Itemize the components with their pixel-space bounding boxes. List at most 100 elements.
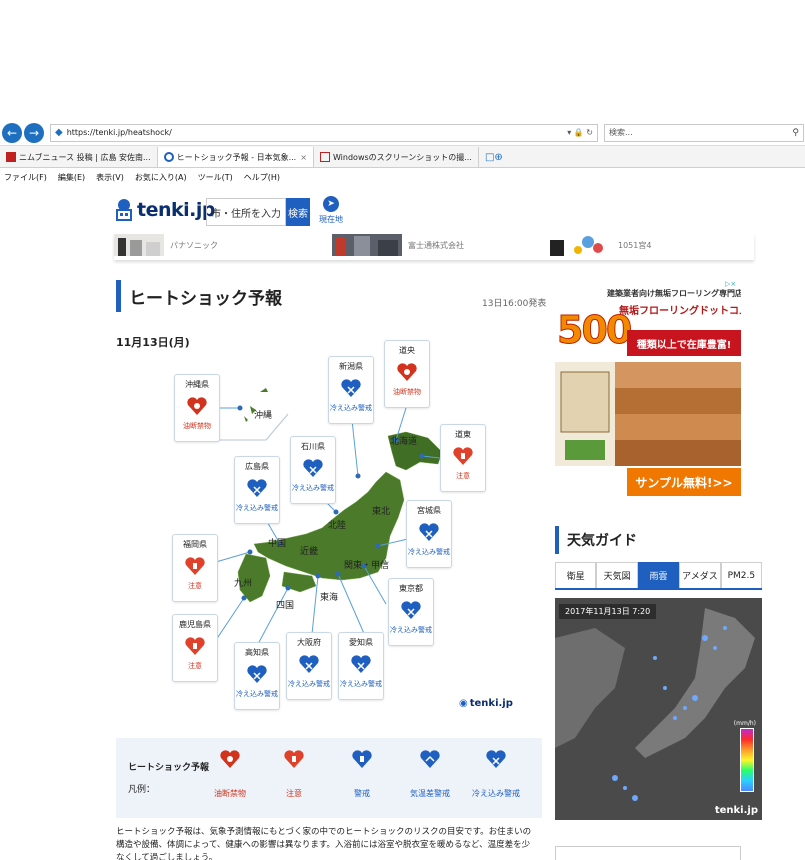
- legend-item-temp-diff: 気温差警戒: [402, 748, 458, 799]
- pref-name: 宮城県: [417, 506, 441, 515]
- ad-thumbnail: [332, 234, 402, 256]
- new-tab-button[interactable]: □⊕: [479, 147, 509, 167]
- region-label-kyushu: 九州: [234, 579, 253, 589]
- url-tools-icon[interactable]: ▾ 🔒 ↻: [567, 128, 593, 137]
- menu-tools[interactable]: ツール(T): [198, 172, 233, 183]
- map-brand: ◉ tenki.jp: [459, 698, 513, 709]
- pref-status: 油断禁物: [183, 422, 211, 430]
- forward-button[interactable]: →: [24, 122, 44, 143]
- region-label-kanto: 関東・甲信: [344, 561, 390, 571]
- pref-card-kochi[interactable]: 高知県 冷え込み警戒: [234, 642, 280, 710]
- pref-card-okinawa[interactable]: 沖縄県 油断禁物: [174, 374, 220, 442]
- ad-item-panasonic[interactable]: パナソニック: [114, 234, 218, 256]
- ad-item-third[interactable]: 1051宮4: [548, 234, 651, 256]
- ad-thumbnail: [548, 234, 612, 256]
- menu-file[interactable]: ファイル(F): [4, 172, 47, 183]
- weather-guide-title: 天気ガイド: [555, 526, 637, 554]
- current-location-label: 現在地: [319, 215, 343, 224]
- cold-heart-icon: [419, 523, 439, 541]
- legend-item-warning: 警戒: [334, 748, 390, 799]
- tab-satellite[interactable]: 衛星: [555, 562, 597, 588]
- tab-pm25[interactable]: PM2.5: [720, 562, 763, 588]
- region-label-kinki: 近畿: [300, 547, 319, 557]
- radar-map-svg: [555, 598, 762, 820]
- pref-status: 注意: [188, 662, 202, 670]
- menu-view[interactable]: 表示(V): [96, 172, 124, 183]
- caution-heart-icon: [284, 750, 304, 768]
- pref-card-hiroshima[interactable]: 広島県 冷え込み警戒: [234, 456, 280, 524]
- cold-heart-icon: [247, 665, 267, 683]
- region-label-tohoku: 東北: [372, 507, 391, 517]
- location-arrow-icon: ➤: [323, 196, 339, 212]
- ad-line1: 建築業者向け無垢フローリング専門店: [607, 289, 741, 298]
- current-location-button[interactable]: ➤ 現在地: [314, 192, 348, 228]
- pref-card-aichi[interactable]: 愛知県 冷え込み警戒: [338, 632, 384, 700]
- warning-heart-icon: [352, 750, 372, 768]
- rain-radar-map[interactable]: 2017年11月13日 7:20 (mm/h) tenki.jp: [555, 598, 762, 820]
- pref-status: 冷え込み警戒: [236, 690, 278, 698]
- flooring-ad[interactable]: ▷× 建築業者向け無垢フローリング専門店 無垢フローリングドットコム 500 種…: [555, 280, 741, 498]
- pref-card-niigata[interactable]: 新潟県 冷え込み警戒: [328, 356, 374, 424]
- danger-heart-icon: [397, 363, 417, 381]
- tenki-mini-logo-icon: ◉: [459, 698, 468, 709]
- menu-favorites[interactable]: お気に入り(A): [135, 172, 187, 183]
- pref-name: 福岡県: [183, 540, 207, 549]
- search-icon[interactable]: ⚲: [792, 128, 799, 138]
- page-favicon-icon: [319, 152, 330, 162]
- danger-heart-icon: [220, 750, 240, 768]
- caution-heart-icon: [185, 637, 205, 655]
- ad-item-fujitsu[interactable]: 富士通株式会社: [332, 234, 464, 256]
- browser-search-input[interactable]: 検索... ⚲: [604, 123, 804, 142]
- pref-name: 石川県: [301, 442, 325, 451]
- menu-edit[interactable]: 編集(E): [58, 172, 85, 183]
- close-icon[interactable]: ×: [300, 153, 307, 162]
- radar-scale-bar: [740, 728, 754, 792]
- pref-card-miyagi[interactable]: 宮城県 冷え込み警戒: [406, 500, 452, 568]
- tab-heatshock[interactable]: ヒートショック予報 - 日本気象... ×: [157, 147, 314, 167]
- browser-search-placeholder: 検索...: [609, 128, 633, 137]
- url-text: https://tenki.jp/heatshock/: [66, 128, 172, 137]
- cold-heart-icon: [341, 379, 361, 397]
- region-label-shikoku: 四国: [276, 601, 295, 611]
- pref-name: 広島県: [245, 462, 269, 471]
- cold-heart-icon: [299, 655, 319, 673]
- legend-note: ヒートショック予報は、気象予測情報にもとづく家の中でのヒートショックのリスクの目…: [116, 827, 532, 860]
- tab-rain-radar[interactable]: 雨雲: [637, 562, 680, 588]
- radar-scale-unit: (mm/h): [733, 720, 756, 727]
- ad-redbar: 種類以上で在庫豊富!: [627, 330, 741, 356]
- cold-heart-icon: [351, 655, 371, 673]
- legend-item-cold: 冷え込み警戒: [468, 748, 524, 799]
- pref-card-fukuoka[interactable]: 福岡県 注意: [172, 534, 218, 602]
- tab-windows[interactable]: Windowsのスクリーンショットの撮...: [314, 147, 479, 167]
- legend-box: ヒートショック予報 凡例： 油断禁物 注意 警戒 気温差警戒 冷え込み警戒: [116, 738, 542, 818]
- ad-thumbnail: [114, 234, 164, 256]
- pref-status: 冷え込み警戒: [340, 680, 382, 688]
- region-label-tokai: 東海: [320, 593, 339, 603]
- pref-status: 冷え込み警戒: [330, 404, 372, 412]
- legend-item-danger: 油断禁物: [202, 748, 258, 799]
- pref-card-doutou[interactable]: 道東 注意: [440, 424, 486, 492]
- site-search-input[interactable]: 市・住所を入力: [206, 198, 286, 226]
- site-header: tenki.jp 市・住所を入力 検索 ➤ 現在地: [0, 186, 805, 234]
- pref-status: 冷え込み警戒: [390, 626, 432, 634]
- ad-strip: パナソニック 富士通株式会社 1051宮4: [114, 234, 754, 260]
- tab-amedas[interactable]: アメダス: [679, 562, 721, 588]
- tab-weather-map[interactable]: 天気図: [596, 562, 638, 588]
- pref-card-osaka[interactable]: 大阪府 冷え込み警戒: [286, 632, 332, 700]
- pref-card-kagoshima[interactable]: 鹿児島県 注意: [172, 614, 218, 682]
- pref-name: 道央: [399, 346, 415, 355]
- menu-help[interactable]: ヘルプ(H): [244, 172, 280, 183]
- back-button[interactable]: ←: [2, 122, 22, 143]
- pref-card-ishikawa[interactable]: 石川県 冷え込み警戒: [290, 436, 336, 504]
- ad-cta-button[interactable]: サンプル無料!>>: [627, 468, 741, 496]
- next-widget: [555, 846, 741, 860]
- site-logo[interactable]: tenki.jp: [114, 198, 215, 222]
- pref-card-tokyo[interactable]: 東京都 冷え込み警戒: [388, 578, 434, 646]
- pref-card-doou[interactable]: 道央 油断禁物: [384, 340, 430, 408]
- tab-news[interactable]: ニムブニュース 投稿 | 広島 安佐南...: [0, 147, 158, 167]
- url-field[interactable]: ◆ https://tenki.jp/heatshock/ ▾ 🔒 ↻: [50, 123, 598, 142]
- map-brand-text: tenki.jp: [469, 698, 513, 709]
- menu-bar: ファイル(F) 編集(E) 表示(V) お気に入り(A) ツール(T) ヘルプ(…: [0, 168, 805, 186]
- pref-name: 道東: [455, 430, 471, 439]
- site-search-button[interactable]: 検索: [286, 198, 310, 226]
